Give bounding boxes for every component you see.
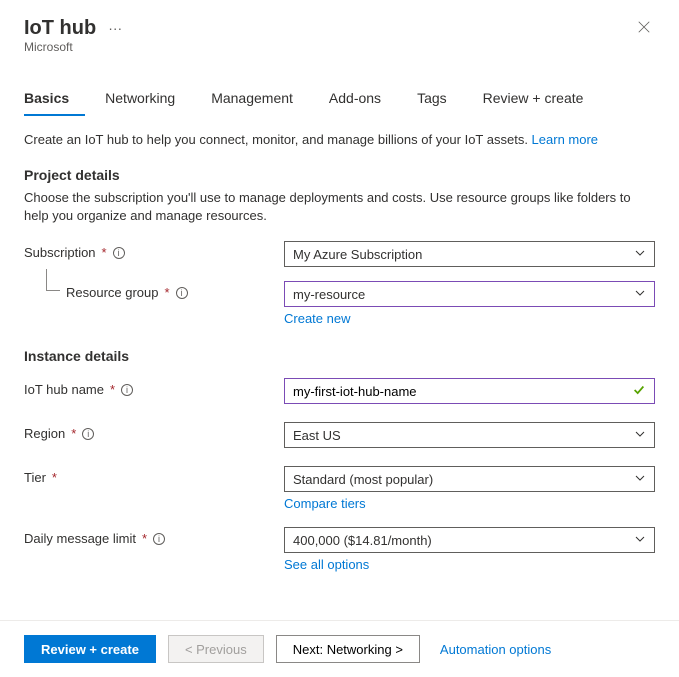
tabs: Basics Networking Management Add-ons Tag… (0, 82, 679, 116)
info-icon[interactable]: i (113, 247, 125, 259)
info-icon[interactable]: i (82, 428, 94, 440)
daily-limit-select[interactable]: 400,000 ($14.81/month) (284, 527, 655, 553)
tier-select[interactable]: Standard (most popular) (284, 466, 655, 492)
info-icon[interactable]: i (153, 533, 165, 545)
check-icon (632, 383, 646, 400)
iot-hub-name-input-wrap (284, 378, 655, 404)
resource-group-select[interactable]: my-resource (284, 281, 655, 307)
tab-networking[interactable]: Networking (105, 82, 191, 116)
create-new-link[interactable]: Create new (284, 311, 350, 326)
tab-addons[interactable]: Add-ons (329, 82, 397, 116)
close-icon[interactable] (633, 16, 655, 41)
review-create-button[interactable]: Review + create (24, 635, 156, 663)
instance-details-heading: Instance details (24, 348, 655, 364)
iot-hub-name-input[interactable] (293, 384, 632, 399)
publisher-name: Microsoft (24, 40, 126, 54)
subscription-label: Subscription* i (24, 241, 284, 260)
compare-tiers-link[interactable]: Compare tiers (284, 496, 366, 511)
footer-bar: Review + create < Previous Next: Network… (0, 620, 679, 677)
info-icon[interactable]: i (176, 287, 188, 299)
tab-review[interactable]: Review + create (483, 82, 600, 116)
region-select[interactable]: East US (284, 422, 655, 448)
chevron-down-icon (634, 533, 646, 548)
chevron-down-icon (634, 287, 646, 302)
intro-text: Create an IoT hub to help you connect, m… (24, 132, 655, 147)
daily-limit-label: Daily message limit* i (24, 527, 284, 546)
iot-hub-name-label: IoT hub name* i (24, 378, 284, 397)
subscription-select[interactable]: My Azure Subscription (284, 241, 655, 267)
project-details-desc: Choose the subscription you'll use to ma… (24, 189, 655, 225)
tab-tags[interactable]: Tags (417, 82, 463, 116)
see-all-options-link[interactable]: See all options (284, 557, 369, 572)
more-menu[interactable]: ··· (104, 16, 126, 40)
info-icon[interactable]: i (121, 384, 133, 396)
next-button[interactable]: Next: Networking > (276, 635, 420, 663)
learn-more-link[interactable]: Learn more (532, 132, 598, 147)
region-label: Region* i (24, 422, 284, 441)
tab-management[interactable]: Management (211, 82, 309, 116)
resource-group-label: Resource group* i (24, 281, 284, 300)
tier-label: Tier* (24, 466, 284, 485)
chevron-down-icon (634, 247, 646, 262)
previous-button: < Previous (168, 635, 264, 663)
automation-options-link[interactable]: Automation options (440, 642, 551, 657)
project-details-heading: Project details (24, 167, 655, 183)
chevron-down-icon (634, 472, 646, 487)
page-title: IoT hub (24, 17, 96, 40)
tab-basics[interactable]: Basics (24, 82, 85, 116)
chevron-down-icon (634, 428, 646, 443)
